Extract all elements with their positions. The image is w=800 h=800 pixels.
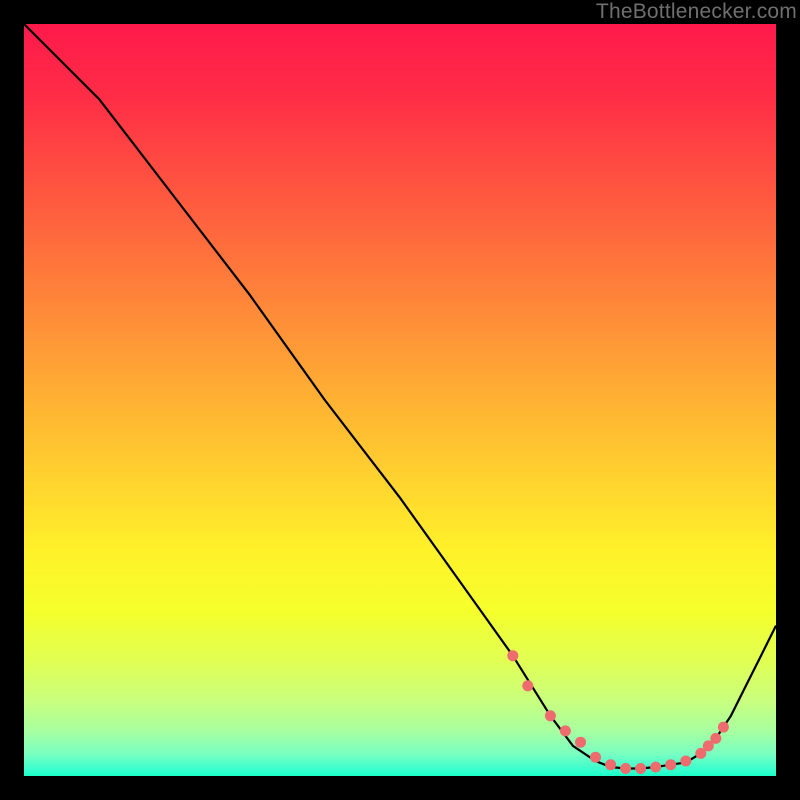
marker-point: [575, 737, 586, 748]
marker-point: [718, 722, 729, 733]
marker-point: [507, 650, 518, 661]
marker-point: [560, 725, 571, 736]
marker-point: [590, 752, 601, 763]
marker-point: [680, 756, 691, 767]
marker-point: [665, 759, 676, 770]
chart-overlay: [24, 24, 776, 776]
watermark-text: TheBottlenecker.com: [596, 0, 797, 24]
marker-point: [710, 733, 721, 744]
bottleneck-curve: [24, 24, 776, 769]
marker-point: [545, 710, 556, 721]
marker-point: [605, 759, 616, 770]
marker-point: [650, 762, 661, 773]
marker-point: [620, 763, 631, 774]
marker-point: [635, 763, 646, 774]
marker-point: [522, 680, 533, 691]
